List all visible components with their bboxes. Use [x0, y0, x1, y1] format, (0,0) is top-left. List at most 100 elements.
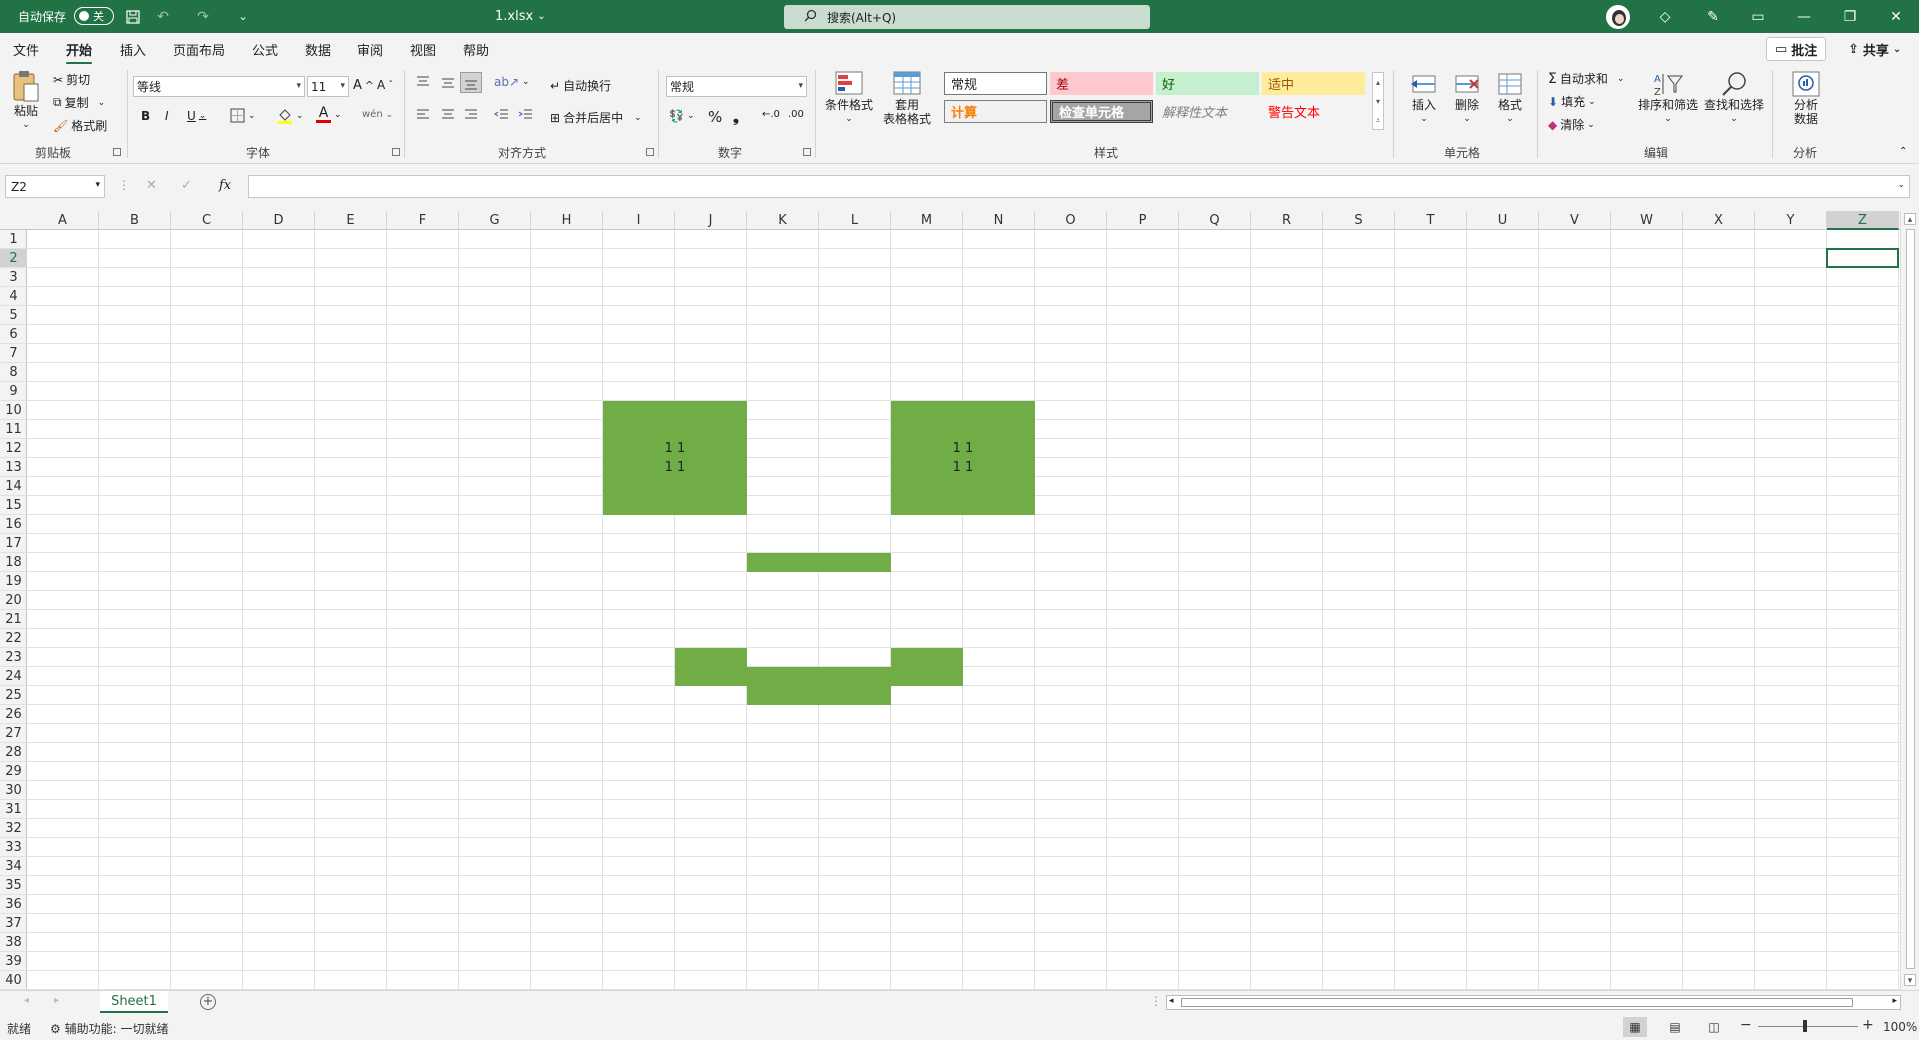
- mouth-left-fill[interactable]: [675, 648, 747, 686]
- row-header[interactable]: 11: [0, 420, 27, 439]
- enter-icon[interactable]: ✓: [181, 178, 192, 193]
- tab-formulas[interactable]: 公式: [252, 40, 278, 59]
- next-sheet-icon[interactable]: ▸: [54, 995, 59, 1006]
- fill-color-icon[interactable]: ⌄: [277, 107, 304, 125]
- tab-help[interactable]: 帮助: [463, 40, 489, 59]
- zoom-out-icon[interactable]: −: [1740, 1017, 1752, 1033]
- column-header[interactable]: R: [1251, 211, 1323, 230]
- row-header[interactable]: 22: [0, 629, 27, 648]
- mouth-right-fill[interactable]: [891, 648, 963, 686]
- column-header[interactable]: I: [603, 211, 675, 230]
- autosave-toggle[interactable]: 关: [74, 7, 114, 25]
- decrease-indent-icon[interactable]: [494, 108, 510, 122]
- style-explanatory[interactable]: 解释性文本: [1156, 100, 1259, 123]
- row-header[interactable]: 28: [0, 743, 27, 762]
- increase-indent-icon[interactable]: [518, 108, 534, 122]
- undo-icon[interactable]: ↶: [152, 0, 174, 33]
- merge-center-button[interactable]: ⊞ 合并后居中 ⌄: [550, 109, 642, 126]
- collapse-ribbon-icon[interactable]: ⌃: [1899, 146, 1907, 157]
- tab-page-layout[interactable]: 页面布局: [173, 40, 225, 59]
- row-header[interactable]: 34: [0, 857, 27, 876]
- vertical-scrollbar[interactable]: ▴ ▾: [1900, 211, 1919, 990]
- column-header[interactable]: K: [747, 211, 819, 230]
- customize-toolbar-icon[interactable]: ⌄: [232, 0, 254, 33]
- row-header[interactable]: 40: [0, 971, 27, 990]
- vertical-scroll-thumb[interactable]: [1906, 229, 1915, 969]
- row-header[interactable]: 26: [0, 705, 27, 724]
- align-top-icon[interactable]: [415, 75, 431, 89]
- style-check-cell[interactable]: 检查单元格: [1050, 100, 1153, 123]
- row-header[interactable]: 4: [0, 287, 27, 306]
- align-left-icon[interactable]: [415, 108, 431, 122]
- row-header[interactable]: 30: [0, 781, 27, 800]
- comma-icon[interactable]: ❟: [733, 108, 739, 126]
- zoom-in-icon[interactable]: +: [1862, 1017, 1874, 1033]
- scroll-up-icon[interactable]: ▴: [1904, 213, 1916, 225]
- percent-icon[interactable]: %: [708, 108, 722, 126]
- row-header[interactable]: 2: [0, 249, 27, 268]
- orientation-icon[interactable]: ab↗ ⌄: [494, 75, 530, 89]
- row-header[interactable]: 27: [0, 724, 27, 743]
- fill-button[interactable]: ⬇ 填充 ⌄: [1548, 93, 1596, 110]
- style-neutral[interactable]: 适中: [1262, 72, 1365, 95]
- column-header[interactable]: C: [171, 211, 243, 230]
- tab-data[interactable]: 数据: [305, 40, 331, 59]
- column-header[interactable]: E: [315, 211, 387, 230]
- splitter-icon[interactable]: ⋮: [1150, 994, 1162, 1008]
- restore-icon[interactable]: ❐: [1827, 0, 1873, 33]
- column-header[interactable]: O: [1035, 211, 1107, 230]
- tab-file[interactable]: 文件: [13, 40, 39, 59]
- column-header[interactable]: T: [1395, 211, 1467, 230]
- sort-filter-button[interactable]: AZ 排序和筛选 ⌄: [1636, 70, 1700, 126]
- row-header[interactable]: 24: [0, 667, 27, 686]
- tab-home[interactable]: 开始: [66, 40, 93, 65]
- minimize-icon[interactable]: —: [1781, 0, 1827, 33]
- formula-input[interactable]: ⌄: [248, 175, 1910, 198]
- column-header[interactable]: Z: [1827, 211, 1899, 230]
- style-gallery-scroll[interactable]: ▴ ▾ ⩡: [1372, 72, 1384, 130]
- number-format-select[interactable]: 常规 ▾: [666, 76, 807, 97]
- avatar[interactable]: [1606, 5, 1630, 29]
- delete-cells-button[interactable]: 删除 ⌄: [1447, 70, 1487, 126]
- copy-button[interactable]: ⧉ 复制 ⌄: [53, 94, 105, 111]
- align-right-icon[interactable]: [463, 108, 479, 122]
- style-normal[interactable]: 常规: [944, 72, 1047, 95]
- row-header[interactable]: 20: [0, 591, 27, 610]
- scroll-left-icon[interactable]: ◂: [1169, 996, 1174, 1006]
- row-header[interactable]: 14: [0, 477, 27, 496]
- font-name-select[interactable]: 等线 ▾: [133, 76, 305, 97]
- format-as-table-button[interactable]: 套用 表格格式: [876, 70, 938, 126]
- accounting-icon[interactable]: 💱 ⌄: [669, 109, 695, 123]
- tab-review[interactable]: 审阅: [357, 40, 383, 59]
- worksheet-grid[interactable]: ABCDEFGHIJKLMNOPQRSTUVWXYZ 1 2 3 4 5 6 7 8 9 10 11…: [0, 211, 1919, 990]
- font-color-icon[interactable]: A ⌄: [316, 106, 342, 123]
- wrap-text-button[interactable]: ↵ 自动换行: [550, 77, 611, 94]
- italic-button[interactable]: I: [165, 109, 169, 123]
- name-box[interactable]: Z2 ▾: [5, 175, 105, 198]
- cut-button[interactable]: ✂ 剪切: [53, 71, 90, 88]
- close-icon[interactable]: ✕: [1873, 0, 1919, 33]
- column-header[interactable]: N: [963, 211, 1035, 230]
- style-calculation[interactable]: 计算: [944, 100, 1047, 123]
- row-header[interactable]: 7: [0, 344, 27, 363]
- column-header[interactable]: F: [387, 211, 459, 230]
- mouth-center-fill[interactable]: [747, 667, 891, 705]
- row-header[interactable]: 21: [0, 610, 27, 629]
- zoom-slider-knob[interactable]: [1803, 1020, 1807, 1032]
- column-header[interactable]: L: [819, 211, 891, 230]
- row-header[interactable]: 18: [0, 553, 27, 572]
- row-header[interactable]: 1: [0, 230, 27, 249]
- find-select-button[interactable]: 查找和选择 ⌄: [1702, 70, 1766, 126]
- column-header[interactable]: Y: [1755, 211, 1827, 230]
- horizontal-scrollbar[interactable]: ◂ ▸: [1166, 995, 1901, 1010]
- horizontal-scroll-thumb[interactable]: [1181, 998, 1853, 1007]
- row-header[interactable]: 10: [0, 401, 27, 420]
- share-button[interactable]: ⇪ 共享 ⌄: [1840, 37, 1909, 61]
- column-header[interactable]: P: [1107, 211, 1179, 230]
- tab-insert[interactable]: 插入: [120, 40, 146, 59]
- insert-cells-button[interactable]: 插入 ⌄: [1404, 70, 1444, 126]
- redo-icon[interactable]: ↷: [192, 0, 214, 33]
- pen-icon[interactable]: ✎: [1690, 0, 1736, 33]
- font-launcher-icon[interactable]: [392, 148, 400, 156]
- paste-button[interactable]: 粘贴 ⌄: [10, 70, 42, 132]
